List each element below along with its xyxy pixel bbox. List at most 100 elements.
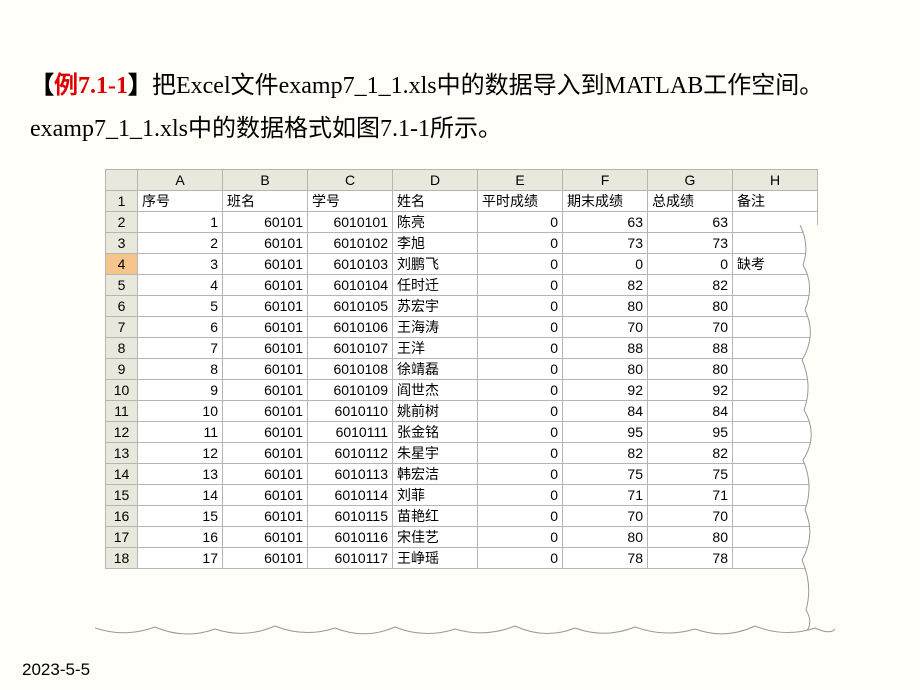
- cell: 60101: [223, 401, 308, 422]
- instruction-text: 【例7.1-1】把Excel文件examp7_1_1.xls中的数据导入到MAT…: [30, 65, 890, 151]
- cell: 韩宏洁: [393, 464, 478, 485]
- table-row: 43601016010103刘鹏飞000缺考: [106, 254, 818, 275]
- cell: 阎世杰: [393, 380, 478, 401]
- cell: 1: [138, 212, 223, 233]
- cell: 84: [563, 401, 648, 422]
- cell: 11: [138, 422, 223, 443]
- cell: 95: [563, 422, 648, 443]
- cell: 6010103: [308, 254, 393, 275]
- table-row: 54601016010104任时迁08282: [106, 275, 818, 296]
- cell: 78: [648, 548, 733, 569]
- cell: 王海涛: [393, 317, 478, 338]
- row-head: 17: [106, 527, 138, 548]
- col-head: H: [733, 170, 818, 191]
- cell: 80: [563, 359, 648, 380]
- cell: 6010108: [308, 359, 393, 380]
- cell: [733, 443, 818, 464]
- cell: 7: [138, 338, 223, 359]
- cell: 刘鹏飞: [393, 254, 478, 275]
- cell: 63: [563, 212, 648, 233]
- cell: 88: [648, 338, 733, 359]
- cell: 60101: [223, 527, 308, 548]
- cell: [733, 233, 818, 254]
- cell: 70: [648, 317, 733, 338]
- cell: [733, 275, 818, 296]
- table-row: 65601016010105苏宏宇08080: [106, 296, 818, 317]
- bracket-open: 【: [30, 73, 54, 99]
- cell: 16: [138, 527, 223, 548]
- cell: 李旭: [393, 233, 478, 254]
- row-head: 16: [106, 506, 138, 527]
- cell: 71: [563, 485, 648, 506]
- table-row: 87601016010107王洋08888: [106, 338, 818, 359]
- bracket-close: 】: [128, 73, 152, 99]
- example-label: 例7.1-1: [54, 73, 128, 99]
- cell: 82: [563, 275, 648, 296]
- cell: 朱星宇: [393, 443, 478, 464]
- col-head: B: [223, 170, 308, 191]
- cell: [733, 317, 818, 338]
- cell: 70: [563, 506, 648, 527]
- cell: [733, 380, 818, 401]
- cell: 学号: [308, 191, 393, 212]
- cell: 13: [138, 464, 223, 485]
- cell: 92: [648, 380, 733, 401]
- cell: 75: [563, 464, 648, 485]
- cell: 6010106: [308, 317, 393, 338]
- table-row: 1716601016010116宋佳艺08080: [106, 527, 818, 548]
- row-head: 11: [106, 401, 138, 422]
- table-row: 1514601016010114刘菲07171: [106, 485, 818, 506]
- cell: 0: [478, 401, 563, 422]
- cell: [733, 338, 818, 359]
- cell: 60101: [223, 275, 308, 296]
- cell: [733, 464, 818, 485]
- col-head: D: [393, 170, 478, 191]
- cell: 姓名: [393, 191, 478, 212]
- row-head: 10: [106, 380, 138, 401]
- cell: 60101: [223, 464, 308, 485]
- table-row: 32601016010102李旭07373: [106, 233, 818, 254]
- cell: 82: [563, 443, 648, 464]
- cell: 92: [563, 380, 648, 401]
- table-row: 98601016010108徐靖磊08080: [106, 359, 818, 380]
- row-head: 3: [106, 233, 138, 254]
- row-head: 9: [106, 359, 138, 380]
- row-head: 2: [106, 212, 138, 233]
- cell: [733, 401, 818, 422]
- cell: 14: [138, 485, 223, 506]
- cell: 95: [648, 422, 733, 443]
- cell: 0: [648, 254, 733, 275]
- cell: [733, 212, 818, 233]
- cell: 71: [648, 485, 733, 506]
- cell: 0: [478, 422, 563, 443]
- cell: 苏宏宇: [393, 296, 478, 317]
- column-letter-row: A B C D E F G H: [106, 170, 818, 191]
- cell: 80: [648, 359, 733, 380]
- table-row: 76601016010106王海涛07070: [106, 317, 818, 338]
- cell: 徐靖磊: [393, 359, 478, 380]
- row-head: 6: [106, 296, 138, 317]
- cell: 4: [138, 275, 223, 296]
- col-head: A: [138, 170, 223, 191]
- cell: 0: [563, 254, 648, 275]
- cell: 6010113: [308, 464, 393, 485]
- cell: 60101: [223, 212, 308, 233]
- cell: 王峥瑶: [393, 548, 478, 569]
- cell: 6010111: [308, 422, 393, 443]
- cell: 序号: [138, 191, 223, 212]
- cell: 6010115: [308, 506, 393, 527]
- cell: 6010104: [308, 275, 393, 296]
- cell: 15: [138, 506, 223, 527]
- table-row: 21601016010101陈亮06363: [106, 212, 818, 233]
- cell: [733, 506, 818, 527]
- table-row: 1211601016010111张金铭09595: [106, 422, 818, 443]
- cell: 5: [138, 296, 223, 317]
- cell: 0: [478, 338, 563, 359]
- cell: 12: [138, 443, 223, 464]
- row-head: 12: [106, 422, 138, 443]
- row-head: 4: [106, 254, 138, 275]
- cell: 80: [563, 296, 648, 317]
- cell: 0: [478, 506, 563, 527]
- cell: 0: [478, 443, 563, 464]
- table-row: 1序号班名学号姓名平时成绩期末成绩总成绩备注: [106, 191, 818, 212]
